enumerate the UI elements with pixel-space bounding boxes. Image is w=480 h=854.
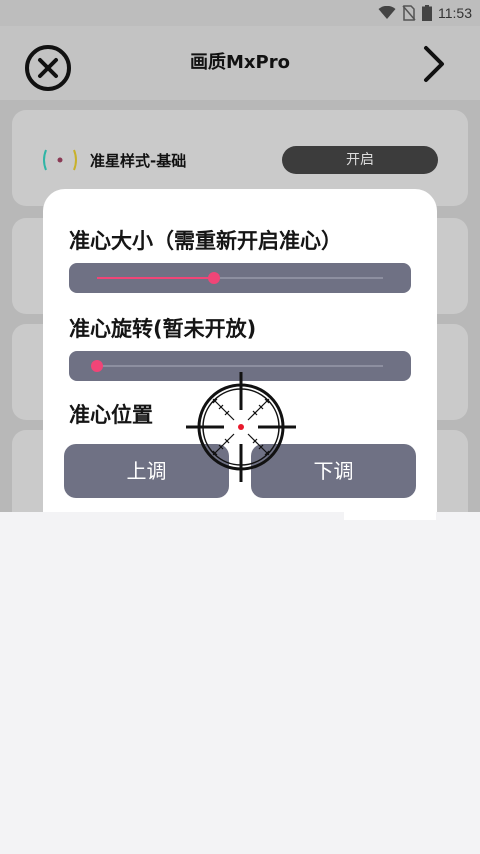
size-slider[interactable] — [69, 263, 411, 293]
chevron-right-icon — [424, 46, 444, 82]
size-slider-thumb[interactable] — [208, 272, 221, 284]
no-sim-icon — [402, 5, 416, 21]
dialog-edge — [344, 512, 436, 520]
enable-toggle-button[interactable]: 开启 — [282, 146, 438, 174]
battery-icon — [422, 5, 432, 21]
status-bar: 11:53 — [0, 0, 480, 26]
position-title: 准心位置 — [69, 403, 153, 427]
crosshair-style-icon — [43, 149, 77, 171]
rotation-title: 准心旋转(暂未开放) — [69, 317, 257, 341]
feature-label: 准星样式-基础 — [90, 152, 187, 170]
page-title: 画质MxPro — [190, 52, 290, 73]
rotation-slider-thumb[interactable] — [91, 360, 103, 372]
wifi-icon — [378, 6, 396, 19]
empty-area — [0, 512, 480, 854]
header: 画质MxPro — [0, 26, 480, 100]
size-slider-fill — [97, 277, 215, 279]
next-button[interactable] — [418, 44, 448, 84]
size-title: 准心大小（需重新开启准心） — [69, 229, 342, 253]
status-time: 11:53 — [438, 5, 472, 21]
crosshair-icon — [186, 372, 296, 482]
